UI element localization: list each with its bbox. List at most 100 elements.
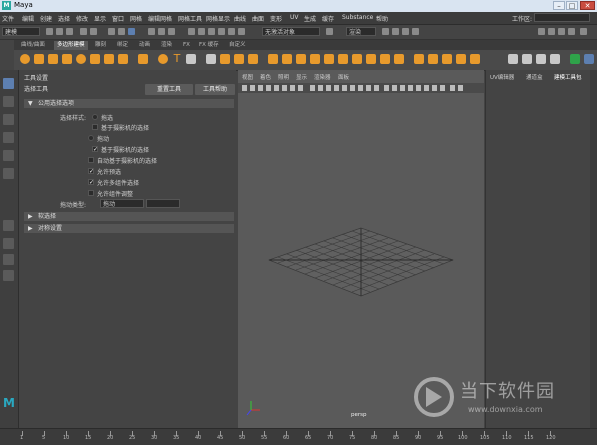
layout-icon[interactable] (3, 270, 14, 281)
vp-tool-icon[interactable] (432, 85, 437, 91)
menu-edit[interactable]: 编辑 (22, 14, 34, 23)
snap-surface-icon[interactable] (228, 28, 235, 35)
vp-tool-icon[interactable] (400, 85, 405, 91)
vp-tool-icon[interactable] (290, 85, 295, 91)
tab-uv-editor[interactable]: UV编辑器 (490, 73, 514, 81)
offset-edge-loop-icon[interactable] (380, 54, 390, 64)
poly-torus-icon[interactable] (76, 54, 86, 64)
poly-cube-icon[interactable] (34, 54, 44, 64)
vp-tool-icon[interactable] (440, 85, 445, 91)
separate-icon[interactable] (220, 54, 230, 64)
scale-tool-icon[interactable] (3, 168, 14, 179)
vp-tool-icon[interactable] (274, 85, 279, 91)
multi-cut-icon[interactable] (352, 54, 362, 64)
vp-menu-view[interactable]: 视图 (242, 73, 253, 81)
snap-live-icon[interactable] (238, 28, 245, 35)
close-button[interactable]: ✕ (580, 1, 595, 10)
menu-select[interactable]: 选择 (58, 14, 70, 23)
vp-tool-icon[interactable] (242, 85, 247, 91)
panel-toggle-icon[interactable] (580, 28, 587, 35)
render-view-icon[interactable] (382, 28, 389, 35)
vp-tool-icon[interactable] (450, 85, 455, 91)
menu-help[interactable]: 帮助 (376, 14, 388, 23)
menu-curves[interactable]: 曲线 (234, 14, 246, 23)
bridge-icon[interactable] (296, 54, 306, 64)
panel-toggle-icon[interactable] (548, 28, 555, 35)
select-component-icon[interactable] (128, 28, 135, 35)
svg-tool-icon[interactable] (186, 54, 196, 64)
wedge-icon[interactable] (442, 54, 452, 64)
menu-modify[interactable]: 修改 (76, 14, 88, 23)
menu-mesh-display[interactable]: 网格显示 (206, 14, 230, 23)
snap-grid-icon[interactable] (188, 28, 195, 35)
select-object-icon[interactable] (118, 28, 125, 35)
save-scene-icon[interactable] (66, 28, 73, 35)
menu-edit-mesh[interactable]: 编辑网格 (148, 14, 172, 23)
sphere-icon[interactable] (158, 54, 168, 64)
vp-tool-icon[interactable] (458, 85, 463, 91)
tab-rendering[interactable]: 渲染 (158, 41, 175, 50)
redo-icon[interactable] (90, 28, 97, 35)
cut-uv-icon[interactable] (550, 54, 560, 64)
poly-cone-icon[interactable] (62, 54, 72, 64)
menu-generate[interactable]: 生成 (304, 14, 316, 23)
tab-fx-caching[interactable]: FX 缓存 (196, 41, 222, 50)
render-field[interactable]: 渲染 (346, 27, 376, 36)
vp-tool-icon[interactable] (350, 85, 355, 91)
menu-cache[interactable]: 缓存 (322, 14, 334, 23)
tweak-checkbox[interactable] (88, 190, 94, 196)
vp-menu-lighting[interactable]: 照明 (278, 73, 289, 81)
fill-hole-icon[interactable] (338, 54, 348, 64)
vp-tool-icon[interactable] (416, 85, 421, 91)
reset-tool-button[interactable]: 重置工具 (145, 84, 193, 95)
extrude-icon[interactable] (282, 54, 292, 64)
vp-menu-shading[interactable]: 着色 (260, 73, 271, 81)
automatic-map-icon[interactable] (536, 54, 546, 64)
vp-menu-renderer[interactable]: 渲染器 (314, 73, 331, 81)
blue-shelf-icon[interactable] (584, 54, 594, 64)
hypershade-icon[interactable] (412, 28, 419, 35)
poly-cylinder-icon[interactable] (48, 54, 58, 64)
vp-tool-icon[interactable] (310, 85, 315, 91)
planar-map-icon[interactable] (522, 54, 532, 64)
render-icon[interactable] (326, 28, 333, 35)
menu-substance[interactable]: Substance (342, 14, 373, 21)
attribute-strip[interactable] (590, 70, 597, 428)
vp-tool-icon[interactable] (374, 85, 379, 91)
snap-point-icon[interactable] (208, 28, 215, 35)
snap-curve-icon[interactable] (198, 28, 205, 35)
panel-toggle-icon[interactable] (568, 28, 575, 35)
quad-draw-icon[interactable] (414, 54, 424, 64)
tab-custom[interactable]: 自定义 (226, 41, 249, 50)
vp-tool-icon[interactable] (298, 85, 303, 91)
vp-tool-icon[interactable] (366, 85, 371, 91)
tab-modeling-toolkit[interactable]: 建模工具包 (554, 73, 582, 81)
select-mask-icon[interactable] (168, 28, 175, 35)
vp-tool-icon[interactable] (266, 85, 271, 91)
bevel-icon[interactable] (310, 54, 320, 64)
snap-view-icon[interactable] (218, 28, 225, 35)
menu-uv[interactable]: UV (290, 14, 299, 21)
tab-fx[interactable]: FX (180, 41, 193, 50)
menu-create[interactable]: 创建 (40, 14, 52, 23)
mirror-icon[interactable] (268, 54, 278, 64)
new-scene-icon[interactable] (46, 28, 53, 35)
multi-component-checkbox[interactable]: ✓ (88, 179, 94, 186)
open-scene-icon[interactable] (56, 28, 63, 35)
undo-icon[interactable] (80, 28, 87, 35)
tab-curves-surfaces[interactable]: 曲线/曲面 (18, 41, 48, 50)
drag-radio[interactable] (88, 135, 94, 141)
drag-type-field[interactable] (146, 199, 180, 208)
tab-sculpting[interactable]: 雕刻 (92, 41, 109, 50)
vp-tool-icon[interactable] (384, 85, 389, 91)
panel-toggle-icon[interactable] (538, 28, 545, 35)
menu-mesh-tools[interactable]: 网格工具 (178, 14, 202, 23)
vp-tool-icon[interactable] (318, 85, 323, 91)
poly-disc-icon[interactable] (104, 54, 114, 64)
combine-icon[interactable] (206, 54, 216, 64)
paint-select-icon[interactable] (3, 114, 14, 125)
vp-tool-icon[interactable] (326, 85, 331, 91)
menu-mesh[interactable]: 网格 (130, 14, 142, 23)
tool-help-button[interactable]: 工具帮助 (195, 84, 235, 95)
vp-tool-icon[interactable] (258, 85, 263, 91)
